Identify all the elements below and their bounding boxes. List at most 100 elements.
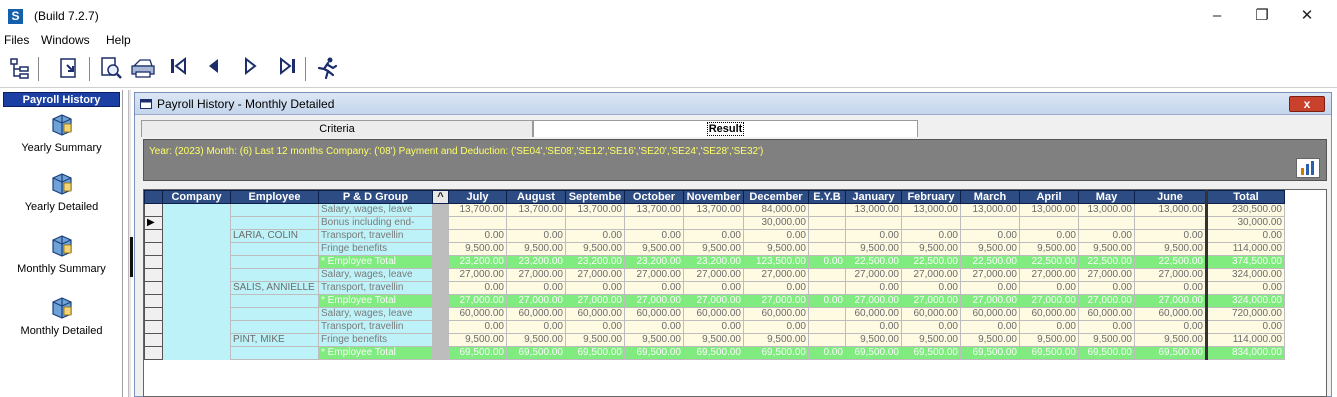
scrollbar-track[interactable] (432, 268, 449, 282)
column-header-january[interactable]: January (845, 190, 902, 204)
month-value-cell[interactable]: 0.00 (448, 320, 507, 334)
month-value-cell[interactable]: 13,700.00 (683, 203, 744, 217)
row-selector[interactable] (144, 281, 163, 295)
month-value-cell[interactable]: 27,000.00 (901, 268, 961, 282)
pd-group-cell[interactable]: Transport, travellin (318, 229, 433, 243)
menu-files[interactable]: Files (4, 33, 29, 47)
pd-group-cell[interactable]: Bonus including end- (318, 216, 433, 230)
month-value-cell[interactable]: 69,500.00 (743, 346, 809, 360)
month-value-cell[interactable]: 27,000.00 (845, 268, 902, 282)
employee-cell[interactable] (230, 216, 319, 230)
pd-group-cell[interactable]: Transport, travellin (318, 320, 433, 334)
company-cell[interactable] (162, 281, 231, 295)
month-value-cell[interactable]: 9,500.00 (960, 242, 1020, 256)
month-value-cell[interactable]: 0.00 (743, 320, 809, 334)
month-value-cell[interactable]: 0.00 (683, 320, 744, 334)
month-value-cell[interactable]: 60,000.00 (624, 307, 684, 321)
column-header-april[interactable]: April (1019, 190, 1079, 204)
month-value-cell[interactable]: 9,500.00 (624, 242, 684, 256)
month-value-cell[interactable]: 9,500.00 (506, 333, 566, 347)
scrollbar-track[interactable] (432, 294, 449, 308)
month-value-cell[interactable]: 69,500.00 (960, 346, 1020, 360)
pd-group-cell[interactable]: Transport, travellin (318, 281, 433, 295)
month-value-cell[interactable]: 0.00 (1019, 281, 1079, 295)
chart-button[interactable] (1296, 158, 1320, 178)
employee-cell[interactable]: LARIA, COLIN (230, 229, 319, 243)
month-value-cell[interactable]: 13,000.00 (1078, 203, 1135, 217)
month-value-cell[interactable]: 27,000.00 (506, 268, 566, 282)
month-value-cell[interactable]: 9,500.00 (1134, 333, 1207, 347)
month-value-cell[interactable]: 13,000.00 (1019, 203, 1079, 217)
company-cell[interactable] (162, 229, 231, 243)
total-cell[interactable]: 324,000.00 (1205, 268, 1285, 282)
table-row[interactable]: Salary, wages, leave 27,000.00 27,000.00 27… (144, 268, 1285, 282)
month-value-cell[interactable]: 27,000.00 (901, 294, 961, 308)
table-row[interactable]: Salary, wages, leave 13,700.00 13,700.00 13… (144, 203, 1285, 217)
month-value-cell[interactable] (901, 216, 961, 230)
scrollbar-track[interactable] (432, 320, 449, 334)
row-selector[interactable] (144, 268, 163, 282)
month-value-cell[interactable]: 9,500.00 (448, 333, 507, 347)
first-record-icon[interactable] (165, 56, 191, 82)
total-cell[interactable]: 114,000.00 (1205, 333, 1285, 347)
last-record-icon[interactable] (275, 56, 301, 82)
tree-icon[interactable] (7, 56, 33, 82)
row-selector[interactable] (144, 242, 163, 256)
scrollbar-track[interactable] (432, 255, 449, 269)
month-value-cell[interactable]: 60,000.00 (901, 307, 961, 321)
row-selector[interactable]: ▶ (144, 216, 163, 230)
month-value-cell[interactable]: 27,000.00 (1078, 268, 1135, 282)
month-value-cell[interactable] (565, 216, 625, 230)
month-value-cell[interactable]: 22,500.00 (960, 255, 1020, 269)
month-value-cell[interactable]: 23,200.00 (565, 255, 625, 269)
month-value-cell[interactable] (808, 229, 846, 243)
month-value-cell[interactable]: 13,000.00 (960, 203, 1020, 217)
month-value-cell[interactable]: 13,700.00 (624, 203, 684, 217)
month-value-cell[interactable]: 60,000.00 (506, 307, 566, 321)
month-value-cell[interactable] (808, 320, 846, 334)
row-selector[interactable] (144, 255, 163, 269)
month-value-cell[interactable]: 0.00 (960, 320, 1020, 334)
scrollbar-track[interactable] (432, 307, 449, 321)
month-value-cell[interactable]: 27,000.00 (448, 268, 507, 282)
month-value-cell[interactable] (808, 281, 846, 295)
month-value-cell[interactable]: 27,000.00 (1019, 294, 1079, 308)
month-value-cell[interactable]: 9,500.00 (743, 333, 809, 347)
month-value-cell[interactable]: 22,500.00 (845, 255, 902, 269)
month-value-cell[interactable]: 9,500.00 (1078, 242, 1135, 256)
month-value-cell[interactable]: 9,500.00 (506, 242, 566, 256)
month-value-cell[interactable]: 0.00 (1078, 320, 1135, 334)
print-icon[interactable] (130, 56, 156, 82)
next-record-icon[interactable] (237, 56, 263, 82)
company-cell[interactable] (162, 203, 231, 217)
column-header-may[interactable]: May (1078, 190, 1135, 204)
month-value-cell[interactable]: 22,500.00 (1134, 255, 1207, 269)
pd-group-cell[interactable]: Fringe benefits (318, 242, 433, 256)
column-header-company[interactable]: Company (162, 190, 231, 204)
column-header-total[interactable]: Total (1205, 190, 1285, 204)
total-cell[interactable]: 0.00 (1205, 229, 1285, 243)
employee-cell[interactable] (230, 268, 319, 282)
month-value-cell[interactable] (808, 333, 846, 347)
month-value-cell[interactable]: 13,000.00 (845, 203, 902, 217)
month-value-cell[interactable]: 0.00 (743, 229, 809, 243)
pd-group-cell[interactable]: Fringe benefits (318, 333, 433, 347)
month-value-cell[interactable]: 27,000.00 (565, 268, 625, 282)
month-value-cell[interactable]: 0.00 (1134, 281, 1207, 295)
employee-total-row[interactable]: * Employee Total 27,000.00 27,000.00 27,000… (144, 294, 1285, 308)
total-cell[interactable]: 230,500.00 (1205, 203, 1285, 217)
scrollbar-track[interactable] (432, 281, 449, 295)
month-value-cell[interactable]: 9,500.00 (743, 242, 809, 256)
tab-criteria[interactable]: Criteria (141, 120, 533, 137)
month-value-cell[interactable]: 60,000.00 (845, 307, 902, 321)
company-cell[interactable] (162, 242, 231, 256)
employee-cell[interactable] (230, 307, 319, 321)
month-value-cell[interactable]: 0.00 (1078, 229, 1135, 243)
month-value-cell[interactable] (1019, 216, 1079, 230)
table-row[interactable]: ▶ Bonus including end- 30,000.00 30,000.00 (144, 216, 1285, 230)
month-value-cell[interactable]: 9,500.00 (1078, 333, 1135, 347)
month-value-cell[interactable]: 0.00 (565, 281, 625, 295)
scrollbar-track[interactable] (432, 346, 449, 360)
month-value-cell[interactable]: 0.00 (506, 320, 566, 334)
month-value-cell[interactable]: 9,500.00 (845, 242, 902, 256)
